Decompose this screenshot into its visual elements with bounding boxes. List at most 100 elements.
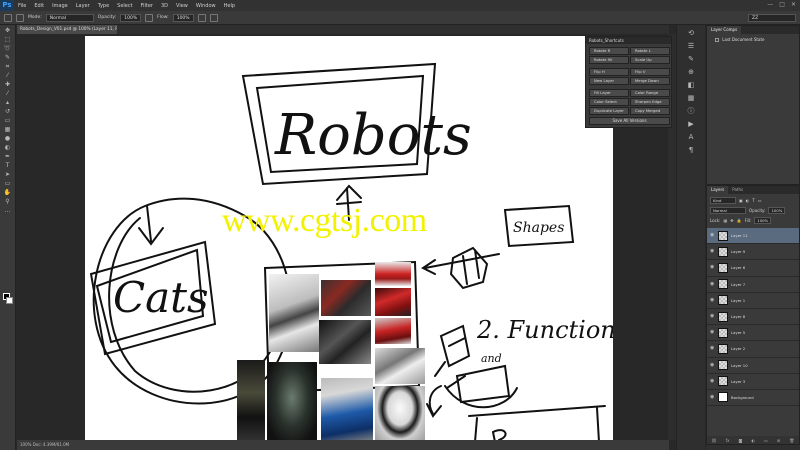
- filter-shape-icon[interactable]: ▭: [758, 198, 762, 203]
- menu-help[interactable]: Help: [220, 3, 239, 9]
- menu-3d[interactable]: 3D: [157, 3, 172, 9]
- fx-icon[interactable]: fx: [726, 438, 730, 443]
- info-icon[interactable]: ⓘ: [687, 107, 696, 116]
- eye-icon[interactable]: ◉: [710, 265, 715, 270]
- filter-type-icon[interactable]: T: [752, 198, 754, 203]
- layer-row[interactable]: ◉ Layer 5: [707, 325, 799, 342]
- dodge-tool-icon[interactable]: ◐: [4, 144, 12, 151]
- brush-panel-icon[interactable]: [16, 13, 24, 22]
- filter-pixel-icon[interactable]: ▣: [739, 198, 743, 203]
- eyedropper-tool-icon[interactable]: ⁄: [4, 72, 12, 79]
- action-button[interactable]: Scale Up: [630, 56, 670, 64]
- eye-icon[interactable]: ◉: [710, 233, 715, 238]
- menu-image[interactable]: Image: [48, 3, 72, 9]
- tab-layers[interactable]: Layers: [707, 186, 729, 194]
- menu-view[interactable]: View: [172, 3, 192, 9]
- extra-tools-icon[interactable]: …: [4, 207, 12, 214]
- paragraph-icon[interactable]: ¶: [687, 146, 696, 155]
- menu-edit[interactable]: Edit: [30, 3, 48, 9]
- eye-icon[interactable]: ◉: [710, 249, 715, 254]
- layer-row[interactable]: ◉ Layer 2: [707, 341, 799, 358]
- layer-row[interactable]: ◉ Layer 7: [707, 277, 799, 293]
- document-tab[interactable]: Robots_Design_V01.psd @ 100% (Layer 11, …: [17, 25, 117, 34]
- pen-tool-icon[interactable]: ✒: [4, 153, 12, 160]
- workspace-select[interactable]: ZZ: [748, 14, 796, 22]
- trash-icon[interactable]: 🗑: [789, 438, 794, 443]
- action-button[interactable]: Fill Layer: [589, 89, 629, 97]
- airbrush-icon[interactable]: [197, 13, 206, 22]
- action-button[interactable]: Color Select: [589, 98, 629, 106]
- type-tool-icon[interactable]: T: [4, 162, 12, 169]
- menu-window[interactable]: Window: [192, 3, 220, 9]
- hand-tool-icon[interactable]: ✋: [4, 189, 12, 196]
- crop-tool-icon[interactable]: ⌗: [4, 63, 12, 70]
- opacity-field[interactable]: 100%: [120, 13, 142, 22]
- history-brush-tool-icon[interactable]: ↺: [4, 108, 12, 115]
- shape-tool-icon[interactable]: ▭: [4, 180, 12, 187]
- layer-row[interactable]: ◉ Layer 3: [707, 374, 799, 390]
- menu-file[interactable]: File: [14, 3, 30, 9]
- move-tool-icon[interactable]: ✥: [4, 27, 12, 34]
- link-icon[interactable]: ⛓: [712, 438, 717, 443]
- blend-mode-select[interactable]: Normal: [710, 206, 746, 214]
- stamp-tool-icon[interactable]: ▴: [4, 99, 12, 106]
- eraser-tool-icon[interactable]: ▭: [4, 117, 12, 124]
- marquee-tool-icon[interactable]: ⬚: [4, 36, 12, 43]
- action-button[interactable]: Duplicate Layer: [589, 107, 629, 115]
- maximize-button[interactable]: □: [779, 1, 785, 8]
- eye-icon[interactable]: ◉: [710, 346, 715, 351]
- menu-layer[interactable]: Layer: [72, 3, 94, 9]
- menu-select[interactable]: Select: [113, 3, 136, 9]
- mode-select[interactable]: Normal: [45, 13, 94, 22]
- eye-icon[interactable]: ◉: [710, 362, 715, 368]
- eye-icon[interactable]: ◉: [710, 281, 715, 287]
- layer-opacity-field[interactable]: 100%: [768, 206, 786, 214]
- quick-select-tool-icon[interactable]: ✎: [4, 54, 12, 61]
- action-button[interactable]: Flip V: [630, 68, 670, 76]
- new-layer-icon[interactable]: ⊞: [777, 438, 780, 443]
- action-button[interactable]: Copy Merged: [630, 107, 670, 115]
- zoom-tool-icon[interactable]: ⚲: [4, 198, 12, 205]
- layer-row[interactable]: ◉ Layer 6: [707, 260, 799, 277]
- pressure-size-icon[interactable]: [209, 13, 218, 22]
- eye-icon[interactable]: ◉: [710, 330, 715, 335]
- mask-icon[interactable]: ◙: [739, 438, 743, 443]
- action-button[interactable]: Sharpen Edge: [630, 98, 670, 106]
- properties-icon[interactable]: ☰: [687, 42, 696, 51]
- lock-pixels-icon[interactable]: ▦: [723, 218, 727, 223]
- blur-tool-icon[interactable]: ●: [4, 135, 12, 142]
- layer-row[interactable]: ◉ Layer 10: [707, 358, 799, 374]
- path-select-tool-icon[interactable]: ➤: [4, 171, 12, 178]
- layer-row[interactable]: ◉ Layer 11: [707, 228, 799, 245]
- actions-icon[interactable]: ▶: [687, 120, 696, 129]
- action-button[interactable]: Rotate 90: [589, 56, 629, 64]
- filter-adjust-icon[interactable]: ◐: [746, 198, 750, 203]
- close-button[interactable]: ✕: [791, 1, 796, 8]
- flow-field[interactable]: 100%: [172, 13, 194, 22]
- clone-source-icon[interactable]: ⊕: [687, 68, 696, 77]
- layer-row[interactable]: ◉ Layer 8: [707, 309, 799, 326]
- menu-type[interactable]: Type: [94, 3, 113, 9]
- action-button[interactable]: Color Range: [630, 89, 670, 97]
- layer-fill-field[interactable]: 100%: [754, 216, 772, 224]
- action-button[interactable]: Flip H: [589, 68, 629, 76]
- lasso-tool-icon[interactable]: ➰: [4, 45, 12, 52]
- lock-all-icon[interactable]: 🔒: [737, 218, 742, 223]
- tab-paths[interactable]: Paths: [728, 186, 747, 194]
- layer-row[interactable]: ◉ Background: [707, 390, 799, 407]
- layer-comp-row[interactable]: Last Document State: [707, 34, 799, 42]
- action-button[interactable]: Rotate L: [630, 47, 670, 55]
- eye-icon[interactable]: ◉: [710, 314, 715, 319]
- pressure-opacity-icon[interactable]: [145, 13, 154, 22]
- lock-position-icon[interactable]: ✥: [730, 218, 733, 223]
- gradient-tool-icon[interactable]: ▦: [4, 126, 12, 133]
- eye-icon[interactable]: ◉: [710, 394, 715, 400]
- layer-row[interactable]: ◉ Layer 9: [707, 244, 799, 261]
- folder-icon[interactable]: ▭: [764, 438, 768, 443]
- eye-icon[interactable]: ◉: [710, 297, 715, 303]
- color-icon[interactable]: ◧: [687, 81, 696, 90]
- brush-icon[interactable]: ✎: [687, 55, 696, 64]
- adjustment-icon[interactable]: ◐: [751, 438, 755, 443]
- action-button[interactable]: New Layer: [589, 77, 629, 85]
- action-button[interactable]: Rotate R: [589, 47, 629, 55]
